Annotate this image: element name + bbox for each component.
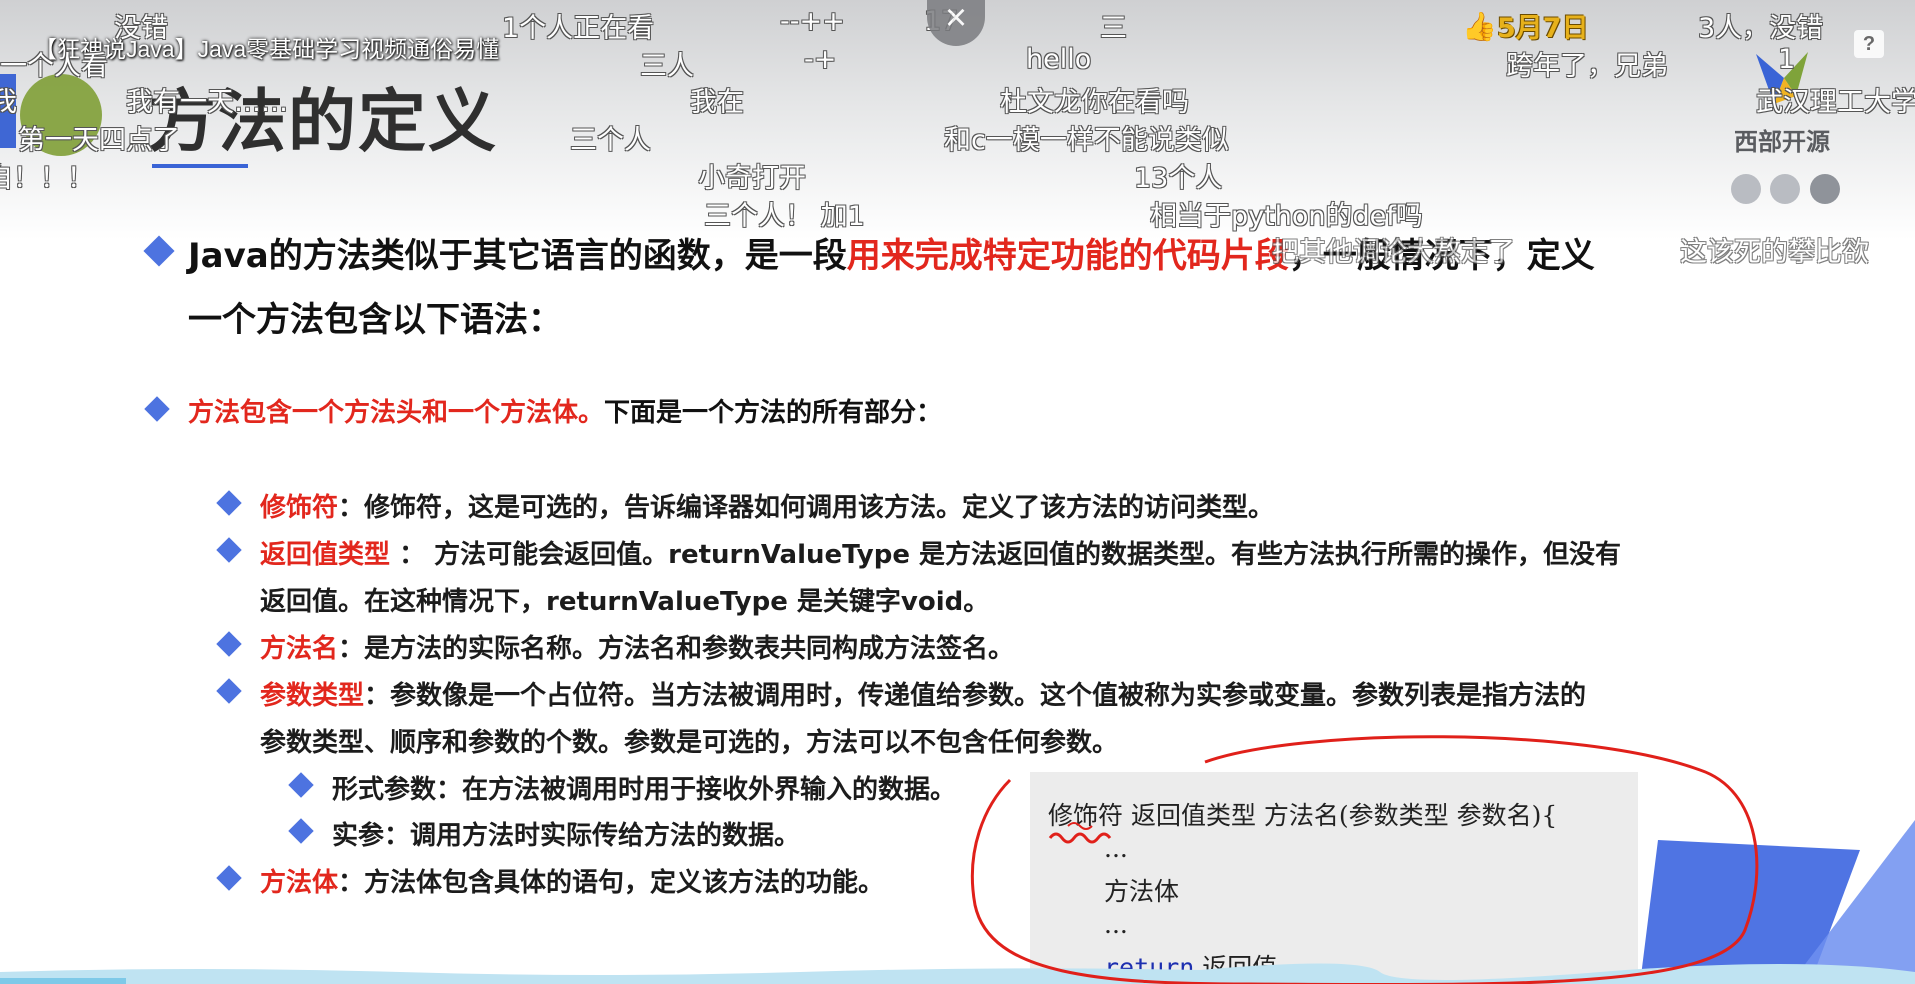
- danmaku-comment: 这该死的攀比欲: [1680, 237, 1869, 268]
- sub-item-formal-param: 形式参数：在方法被调用时用于接收外界输入的数据。: [332, 775, 957, 805]
- bullet-diamond-icon: [143, 235, 175, 267]
- intro-pre: Java的方法类似于其它语言的函数，是一段: [188, 236, 847, 276]
- structure-rest: 下面是一个方法的所有部分：: [604, 398, 943, 428]
- danmaku-comment: 我在: [690, 87, 744, 118]
- nav-dot[interactable]: [1731, 174, 1761, 204]
- danmaku-comment: 1个人正在看: [502, 13, 655, 44]
- danmaku-comment: hello: [1026, 44, 1092, 75]
- item-return-type: 返回值类型 ： 方法可能会返回值。returnValueType 是方法返回值的…: [260, 534, 1621, 571]
- danmaku-comment: 1: [1778, 44, 1796, 75]
- danmaku-comment: 和c一模一样不能说类似: [944, 125, 1229, 156]
- item-name: 修饰符: [260, 493, 339, 523]
- intro-line-2: 一个方法包含以下语法：: [188, 300, 562, 340]
- item-text: ：修饰符，这是可选的，告诉编译器如何调用该方法。定义了该方法的访问类型。: [338, 493, 1275, 523]
- item-text: ：参数像是一个占位符。当方法被调用时，传递值给参数。这个值被称为实参或变量。参数…: [364, 681, 1587, 711]
- corner-decor: [1640, 820, 1915, 984]
- danmaku-comment: 第一天四点了: [18, 125, 180, 156]
- sub-item-actual-param: 实参：调用方法时实际传给方法的数据。: [332, 821, 801, 851]
- item-param-type-cont: 参数类型、顺序和参数的个数。参数是可选的，方法可以不包含任何参数。: [260, 728, 1119, 758]
- bullet-diamond-icon: [288, 818, 314, 844]
- code-line: 方法体: [1104, 877, 1180, 906]
- heading-underline: [152, 164, 248, 168]
- danmaku-comment: 没错: [114, 13, 168, 44]
- item-method-name: 方法名：是方法的实际名称。方法名和参数表共同构成方法签名。: [260, 628, 1014, 665]
- danmaku-comment: 武汉理工大学: [1756, 87, 1915, 118]
- danmaku-comment: 小奇打开: [698, 163, 806, 194]
- code-line: 修饰符 返回值类型 方法名(参数类型 参数名){: [1048, 801, 1558, 830]
- item-text: ： 方法可能会返回值。returnValueType 是方法返回值的数据类型。有…: [390, 540, 1622, 570]
- intro-highlight: 用来完成特定功能的代码片段: [846, 236, 1289, 276]
- danmaku-comment: 3人，没错: [1698, 13, 1824, 44]
- bottom-progress-wave[interactable]: [0, 960, 1915, 984]
- bullet-diamond-icon: [216, 865, 242, 891]
- danmaku-comment: 跨年了，兄弟: [1506, 51, 1668, 82]
- danmaku-comment: 三: [1100, 13, 1127, 44]
- danmaku-comment: 三个人！ 加1: [704, 201, 865, 232]
- item-name: 方法名: [260, 634, 339, 664]
- danmaku-comment: 5月7日: [1497, 13, 1589, 44]
- danmaku-comment: 三人: [640, 51, 694, 82]
- danmaku-comment: --++: [780, 6, 845, 37]
- bullet-diamond-icon: [216, 537, 242, 563]
- item-name: 返回值类型: [260, 540, 391, 570]
- structure-line: 方法包含一个方法头和一个方法体。下面是一个方法的所有部分：: [188, 392, 942, 429]
- danmaku-comment: 我有一天……: [126, 87, 288, 118]
- danmaku-comment: 一个人看: [0, 51, 108, 82]
- danmaku-comment: 我: [0, 87, 17, 118]
- bullet-diamond-icon: [216, 678, 242, 704]
- danmaku-comment: 三个人: [570, 125, 651, 156]
- item-name: 方法体: [260, 868, 339, 898]
- item-param-type: 参数类型：参数像是一个占位符。当方法被调用时，传递值给参数。这个值被称为实参或变…: [260, 675, 1586, 712]
- item-name: 参数类型: [260, 681, 365, 711]
- structure-highlight: 方法包含一个方法头和一个方法体。: [188, 398, 605, 428]
- item-return-type-cont: 返回值。在这种情况下，returnValueType 是关键字void。: [260, 587, 990, 617]
- logo-text: 西部开源: [1734, 128, 1830, 156]
- danmaku-comment: -+: [804, 44, 837, 75]
- danmaku-comment: 13个人: [1134, 163, 1223, 194]
- item-modifier: 修饰符：修饰符，这是可选的，告诉编译器如何调用该方法。定义了该方法的访问类型。: [260, 487, 1274, 524]
- danmaku-comment: 把其他调论大熬走了: [1272, 237, 1515, 268]
- thumbs-up-icon: 👍: [1462, 11, 1497, 42]
- bullet-diamond-icon: [288, 772, 314, 798]
- danmaku-comment: 相当于python的def吗: [1150, 201, 1423, 232]
- danmaku-comment: 杜文龙你在看吗: [1000, 87, 1189, 118]
- item-method-body: 方法体：方法体包含具体的语句，定义该方法的功能。: [260, 862, 884, 899]
- nav-dot[interactable]: [1810, 174, 1840, 204]
- item-text: ：是方法的实际名称。方法名和参数表共同构成方法签名。: [338, 634, 1015, 664]
- item-text: ：方法体包含具体的语句，定义该方法的功能。: [338, 868, 885, 898]
- help-icon[interactable]: ?: [1854, 30, 1884, 58]
- code-line: ...: [1104, 834, 1128, 863]
- danmaku-comment: 自！！！: [0, 163, 94, 194]
- bullet-diamond-icon: [144, 396, 170, 422]
- code-block: 修饰符 返回值类型 方法名(参数类型 参数名){ ... 方法体 ... ret…: [1030, 772, 1638, 984]
- nav-dot[interactable]: [1770, 174, 1800, 204]
- bullet-diamond-icon: [216, 631, 242, 657]
- bullet-diamond-icon: [216, 490, 242, 516]
- code-line: ...: [1104, 910, 1128, 939]
